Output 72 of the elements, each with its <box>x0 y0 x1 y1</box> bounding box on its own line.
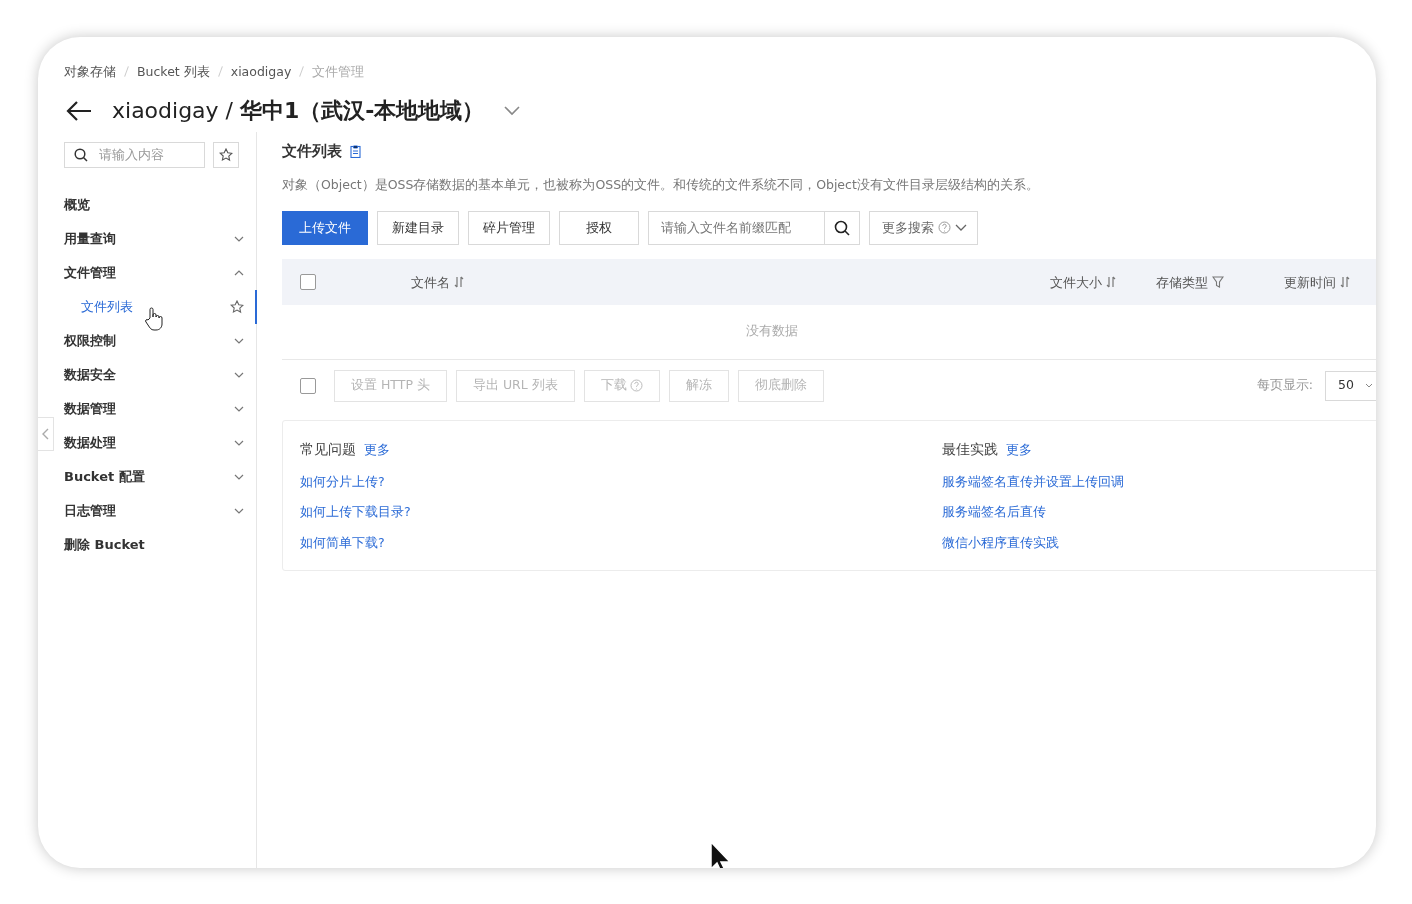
sidebar-item[interactable]: Bucket 配置 <box>64 459 244 494</box>
search-field[interactable]: 请输入文件名前缀匹配 <box>648 210 825 245</box>
favorite-button[interactable] <box>213 141 239 168</box>
section-heading: 最佳实践 <box>942 439 998 459</box>
search-icon <box>74 147 88 162</box>
sort-icon[interactable] <box>1106 276 1116 289</box>
star-icon[interactable] <box>230 299 244 314</box>
sidebar-item[interactable]: 数据管理 <box>64 391 244 426</box>
help-link[interactable]: 微信小程序直传实践 <box>942 534 1059 553</box>
page-size-label: 每页显示: <box>1256 376 1313 395</box>
star-icon <box>219 147 233 162</box>
upload-button[interactable]: 上传文件 <box>282 210 368 245</box>
search-button[interactable] <box>825 210 860 245</box>
section-heading: 常见问题 <box>300 439 356 459</box>
sidebar-item[interactable]: 文件管理 <box>64 255 244 290</box>
column-header[interactable]: 更新时间 <box>1284 272 1336 292</box>
help-link[interactable]: 如何分片上传? <box>300 472 385 492</box>
breadcrumb-current: 文件管理 <box>312 64 365 79</box>
section-title: 文件列表 <box>282 141 342 161</box>
column-header[interactable]: 文件大小 <box>1050 272 1102 292</box>
chevron-left-icon <box>41 427 49 440</box>
chevron-down-icon[interactable] <box>234 473 244 480</box>
breadcrumb-link[interactable]: 对象存储 <box>64 64 116 79</box>
column-header[interactable]: 文件名 <box>411 272 450 292</box>
chevron-down-icon[interactable] <box>234 371 244 378</box>
help-link[interactable]: 服务端签名直传并设置上传回调 <box>942 472 1124 492</box>
breadcrumb-link[interactable]: xiaodigay <box>230 64 292 79</box>
sort-icon[interactable] <box>1340 276 1350 289</box>
help-link[interactable]: 如何简单下载? <box>300 534 385 553</box>
sidebar-item[interactable]: 用量查询 <box>64 221 244 256</box>
chevron-down-icon[interactable] <box>234 507 244 514</box>
sidebar-item[interactable]: 权限控制 <box>64 323 244 358</box>
sidebar-item[interactable]: 概览 <box>64 187 244 222</box>
toolbar-button[interactable]: 新建目录 <box>377 210 459 245</box>
sort-icon[interactable] <box>454 276 464 289</box>
search-field[interactable]: 请输入内容 <box>64 141 205 168</box>
more-link[interactable]: 更多 <box>1006 440 1032 460</box>
chevron-down-icon <box>955 223 967 232</box>
help-icon <box>629 379 643 392</box>
search-icon <box>834 219 850 236</box>
filter-icon[interactable] <box>1212 276 1224 289</box>
chevron-down-icon[interactable] <box>504 105 521 116</box>
document-icon[interactable] <box>350 145 361 159</box>
empty-message: 没有数据 <box>746 322 798 341</box>
chevron-up-icon[interactable] <box>234 269 244 276</box>
toolbar-button[interactable]: 碎片管理 <box>468 210 550 245</box>
toolbar-button[interactable]: 授权 <box>559 210 639 245</box>
chevron-down-icon[interactable] <box>234 405 244 412</box>
chevron-down-icon[interactable] <box>234 337 244 344</box>
sidebar-item[interactable]: 数据安全 <box>64 357 244 392</box>
sidebar-item[interactable]: 日志管理 <box>64 493 244 528</box>
selection-indicator <box>255 289 257 324</box>
help-link[interactable]: 服务端签名后直传 <box>942 503 1046 522</box>
hand-pointer-icon <box>145 307 163 331</box>
column-header[interactable]: 存储类型 <box>1156 272 1208 292</box>
sidebar-item[interactable]: 数据处理 <box>64 425 244 460</box>
page-title: xiaodigay / 华中1（武汉-本地地域） <box>112 97 485 124</box>
chevron-down-icon[interactable] <box>234 235 244 242</box>
more-search-button[interactable]: 更多搜索 <box>869 210 978 245</box>
sidebar-item[interactable]: 文件列表 <box>64 289 244 324</box>
breadcrumb-link[interactable]: Bucket 列表 <box>137 64 210 79</box>
sidebar-item[interactable]: 删除 Bucket <box>64 527 244 562</box>
checkbox[interactable] <box>300 273 316 290</box>
more-link[interactable]: 更多 <box>364 440 390 460</box>
help-icon <box>938 221 951 234</box>
checkbox[interactable] <box>300 377 316 394</box>
back-arrow-icon[interactable] <box>66 100 92 121</box>
page-size-select[interactable]: 50 <box>1325 370 1376 401</box>
chevron-down-icon[interactable] <box>234 439 244 446</box>
chevron-down-icon <box>1365 382 1373 389</box>
description-text: 对象（Object）是OSS存储数据的基本单元，也被称为OSS的文件。和传统的文件系统不同，Object没有文件目录层级结构的关系。 <box>282 175 1040 194</box>
help-link[interactable]: 如何上传下载目录? <box>300 503 411 522</box>
